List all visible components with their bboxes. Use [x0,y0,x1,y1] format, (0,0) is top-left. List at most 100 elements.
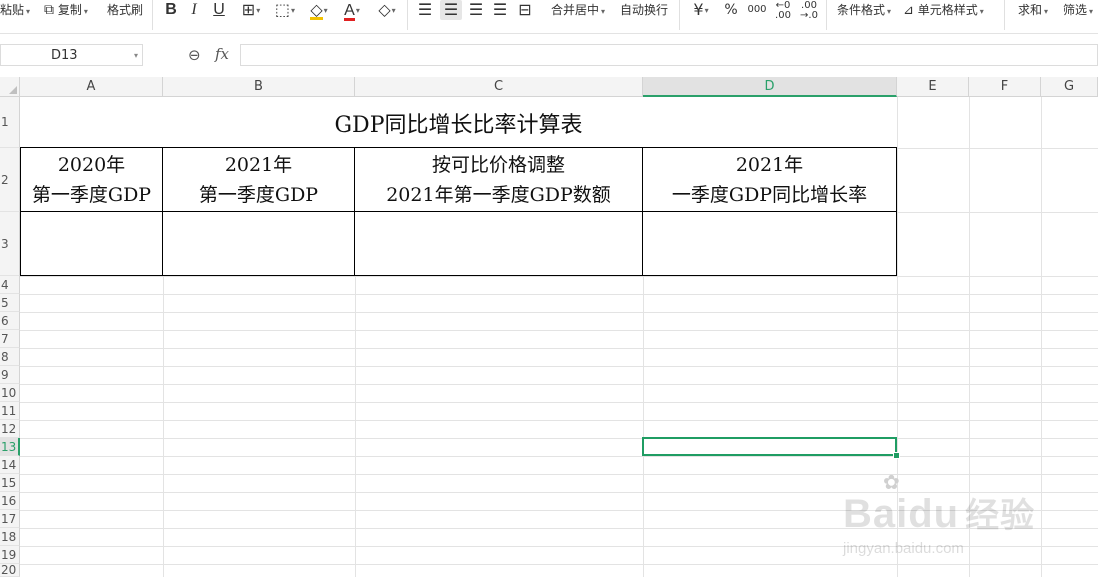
data-cell-b3[interactable] [162,211,355,276]
row-header-17[interactable]: 17 [0,510,20,528]
row-header-19[interactable]: 19 [0,546,20,564]
align-left-icon: ☰ [417,0,433,19]
grid-hline [20,528,1098,529]
copy-icon: ⧉ [44,2,54,18]
grid-hline [20,438,1098,439]
fill-pattern-button[interactable]: ⬚▾ [270,0,300,20]
conditional-format-button[interactable]: 条件格式 ▾ [837,0,891,20]
row-header-16[interactable]: 16 [0,492,20,510]
row-header-12[interactable]: 12 [0,420,20,438]
header-b-line2: 第一季度GDP [198,183,319,206]
select-all-corner[interactable] [0,77,20,97]
row-header-11[interactable]: 11 [0,402,20,420]
column-header-b[interactable]: B [163,77,355,97]
row-header-6[interactable]: 6 [0,312,20,330]
grid-vline [969,97,970,577]
row-header-15[interactable]: 15 [0,474,20,492]
row-header-20[interactable]: 20 [0,564,20,577]
data-cell-c3[interactable] [354,211,643,276]
data-cell-d3[interactable] [642,211,897,276]
bold-button[interactable]: B [162,0,180,20]
header-cell-a2[interactable]: 2020年 第一季度GDP [20,147,163,212]
grid-hline [20,402,1098,403]
row-header-8[interactable]: 8 [0,348,20,366]
merge-center-button[interactable]: 合并居中 ▾ [551,0,605,20]
fill-color-button[interactable]: ◇▾ [304,0,334,20]
wrap-text-button[interactable]: 自动换行 [620,0,668,20]
justify-button[interactable]: ☰ [491,0,509,20]
decrease-decimal-button[interactable]: .00 →.0 [798,0,820,20]
header-c-line2: 2021年第一季度GDP数额 [386,183,611,206]
format-painter-button[interactable]: 格式刷 [107,0,143,20]
border-icon: ⊞ [241,0,256,19]
clear-button[interactable]: ◇▾ [372,0,402,20]
zoom-search-icon[interactable]: ⊖ [188,46,201,64]
column-header-a[interactable]: A [20,77,163,97]
row-header-3[interactable]: 3 [0,212,20,276]
chevron-down-icon[interactable]: ▾ [134,45,138,67]
grid-hline [20,348,1098,349]
formula-bar: D13 ▾ ⊖ fx [0,34,1098,77]
copy-button[interactable]: ⧉ 复制 ▾ [44,0,88,20]
row-header-4[interactable]: 4 [0,276,20,294]
row-header-14[interactable]: 14 [0,456,20,474]
cell-style-icon: ⊿ [903,3,914,18]
align-right-button[interactable]: ☰ [467,0,485,20]
align-center-button[interactable]: ☰ [440,0,462,20]
row-header-2[interactable]: 2 [0,148,20,212]
cell-style-button[interactable]: ⊿ 单元格样式 ▾ [903,0,984,20]
row-header-1[interactable]: 1 [0,97,20,148]
fill-handle[interactable] [893,452,900,459]
header-cell-c2[interactable]: 按可比价格调整 2021年第一季度GDP数额 [354,147,643,212]
increase-decimal-button[interactable]: ←0.00 [772,0,794,20]
column-header-f[interactable]: F [969,77,1041,97]
currency-button[interactable]: ¥▾ [688,0,714,20]
header-d-line2: 一季度GDP同比增长率 [671,183,868,206]
italic-button[interactable]: I [186,0,202,20]
name-box[interactable]: D13 ▾ [0,44,143,66]
font-color-button[interactable]: A▾ [338,0,366,21]
header-cell-d2[interactable]: 2021年 一季度GDP同比增长率 [642,147,897,212]
toolbar-divider [407,0,408,30]
align-right-icon: ☰ [468,0,484,19]
insert-function-button[interactable]: fx [215,45,229,63]
active-cell-d13[interactable] [642,437,897,456]
decrease-decimal-icon: .00 →.0 [800,0,818,21]
ribbon-toolbar: 粘贴 ▾ ⧉ 复制 ▾ 格式刷 B I U ⊞▾ ⬚▾ ◇▾ A▾ ◇▾ ☰ ☰ ☰… [0,0,1098,34]
row-header-9[interactable]: 9 [0,366,20,384]
distributed-align-button[interactable]: ⊟ [515,0,535,20]
percent-button[interactable]: % [722,0,740,20]
toolbar-divider [679,0,680,30]
filter-label: 筛选 [1063,3,1088,17]
underline-button[interactable]: U [210,0,228,20]
header-a-line2: 第一季度GDP [31,183,152,206]
row-header-18[interactable]: 18 [0,528,20,546]
column-header-c[interactable]: C [355,77,643,97]
border-button[interactable]: ⊞▾ [235,0,267,20]
align-left-button[interactable]: ☰ [416,0,434,20]
row-header-10[interactable]: 10 [0,384,20,402]
formula-input[interactable] [240,44,1098,66]
row-header-7[interactable]: 7 [0,330,20,348]
column-header-d[interactable]: D [643,77,897,97]
header-c-line1: 按可比价格调整 [431,153,565,176]
header-b-line1: 2021年 [224,153,293,176]
sheet-title-cell[interactable]: GDP同比增长比率计算表 [20,97,897,148]
paste-button[interactable]: 粘贴 ▾ [0,0,30,20]
row-header-5[interactable]: 5 [0,294,20,312]
thousands-separator-button[interactable]: 000 [746,0,768,20]
grid-hline [20,474,1098,475]
format-painter-label: 格式刷 [107,3,144,17]
justify-icon: ☰ [492,0,508,19]
row-header-13[interactable]: 13 [0,438,20,456]
sum-button[interactable]: 求和 ▾ [1018,0,1048,20]
column-header-e[interactable]: E [897,77,969,97]
grid-vline [1041,97,1042,577]
header-cell-b2[interactable]: 2021年 第一季度GDP [162,147,355,212]
data-cell-a3[interactable] [20,211,163,276]
column-header-g[interactable]: G [1041,77,1098,97]
conditional-format-label: 条件格式 [837,3,886,17]
paste-label: 粘贴 [0,3,25,17]
bold-icon: B [165,1,177,18]
filter-button[interactable]: 筛选 ▾ [1063,0,1093,20]
